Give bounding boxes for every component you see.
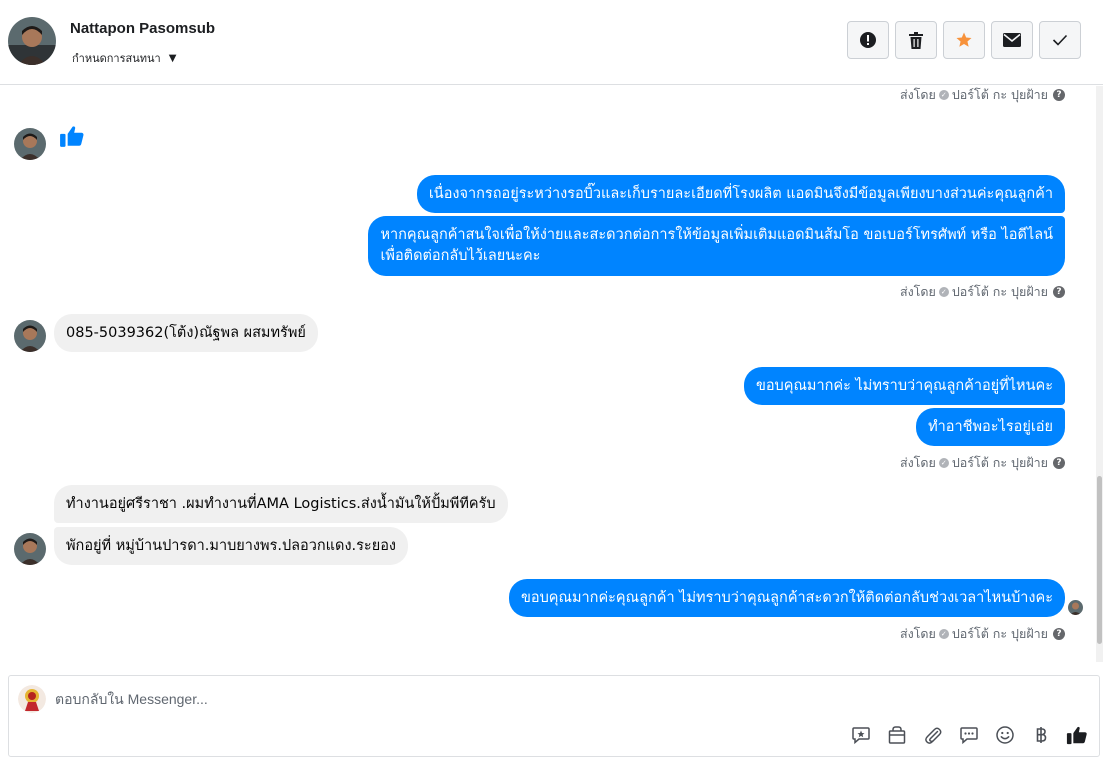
contact-avatar[interactable] bbox=[8, 17, 56, 65]
incoming-message[interactable]: พักอยู่ที่ หมู่บ้านปารดา.มาบยางพร.ปลอวกแ… bbox=[54, 527, 408, 565]
contact-avatar-small bbox=[14, 320, 46, 352]
envelope-icon bbox=[1003, 33, 1021, 47]
verified-icon: ✓ bbox=[938, 90, 949, 100]
mark-unread-button[interactable] bbox=[991, 21, 1033, 59]
saved-reply-icon bbox=[852, 727, 870, 745]
sent-by-label: ส่งโดย bbox=[899, 87, 936, 102]
emoji-button[interactable] bbox=[993, 723, 1017, 747]
caret-down-icon: ▼ bbox=[168, 52, 177, 64]
outgoing-message[interactable]: ขอบคุณมากค่ะคุณลูกค้า ไม่ทราบว่าคุณลูกค้… bbox=[508, 579, 1065, 617]
shopping-bag-icon bbox=[888, 726, 906, 744]
message-thread[interactable]: ส่งโดย ✓ ปอร์โต้ กะ ปุยฝ้าย ? เนื่องจากร… bbox=[0, 86, 1096, 662]
assign-label: กำหนดการสนทนา bbox=[72, 52, 161, 65]
star-icon bbox=[956, 32, 972, 47]
contact-avatar-small bbox=[14, 533, 46, 565]
contact-name[interactable]: Nattapon Pasomsub bbox=[70, 20, 215, 37]
message-line: เพื่อติดต่อกลับไว้เลยนะคะ bbox=[380, 248, 541, 264]
sent-by-label: ส่งโดย bbox=[899, 284, 936, 299]
outgoing-message[interactable]: เนื่องจากรถอยู่ระหว่างรอบิ๊วและเก็บรายละ… bbox=[416, 175, 1065, 213]
agent-name: ปอร์โต้ กะ ปุยฝ้าย bbox=[951, 284, 1048, 299]
help-icon[interactable]: ? bbox=[1053, 286, 1065, 298]
help-icon[interactable]: ? bbox=[1053, 628, 1065, 640]
reply-input[interactable] bbox=[55, 689, 815, 709]
verified-icon: ✓ bbox=[938, 287, 949, 297]
sent-by-status: ส่งโดย ✓ ปอร์โต้ กะ ปุยฝ้าย ? bbox=[900, 86, 1065, 105]
emoji-icon bbox=[996, 726, 1014, 744]
message-line: หากคุณลูกค้าสนใจเพื่อให้ง่ายและสะดวกต่อก… bbox=[380, 227, 1053, 243]
agent-name: ปอร์โต้ กะ ปุยฝ้าย bbox=[951, 87, 1048, 102]
seen-avatar bbox=[1068, 600, 1083, 615]
agent-name: ปอร์โต้ กะ ปุยฝ้าย bbox=[951, 455, 1048, 470]
help-icon[interactable]: ? bbox=[1053, 89, 1065, 101]
thumbs-up-message bbox=[59, 123, 85, 153]
verified-icon: ✓ bbox=[938, 458, 949, 468]
sent-by-status: ส่งโดย ✓ ปอร์โต้ กะ ปุยฝ้าย ? bbox=[900, 453, 1065, 473]
incoming-message[interactable]: 085-5039362(โต้ง)ณัฐพล ผสมทรัพย์ bbox=[54, 314, 318, 352]
contact-avatar-small bbox=[14, 128, 46, 160]
thumbs-up-icon bbox=[1066, 726, 1087, 745]
quick-replies-button[interactable] bbox=[957, 723, 981, 747]
thumbs-up-icon bbox=[60, 126, 84, 147]
send-like-button[interactable] bbox=[1065, 723, 1089, 747]
payment-button[interactable] bbox=[1029, 723, 1053, 747]
paperclip-icon bbox=[925, 727, 942, 744]
outgoing-message[interactable]: ทำอาชีพอะไรอยู่เอ่ย bbox=[916, 408, 1065, 446]
agent-name: ปอร์โต้ กะ ปุยฝ้าย bbox=[951, 626, 1048, 641]
conversation-header: Nattapon Pasomsub กำหนดการสนทนา ▼ bbox=[0, 0, 1103, 85]
outgoing-message[interactable]: ขอบคุณมากค่ะ ไม่ทราบว่าคุณลูกค้าอยู่ที่ไ… bbox=[743, 367, 1065, 405]
delete-button[interactable] bbox=[895, 21, 937, 59]
sent-by-status: ส่งโดย ✓ ปอร์โต้ กะ ปุยฝ้าย ? bbox=[900, 282, 1065, 302]
star-button[interactable] bbox=[943, 21, 985, 59]
baht-icon bbox=[1036, 727, 1047, 743]
page-avatar bbox=[18, 685, 46, 713]
check-icon bbox=[1052, 34, 1068, 46]
outgoing-message[interactable]: หากคุณลูกค้าสนใจเพื่อให้ง่ายและสะดวกต่อก… bbox=[368, 216, 1065, 276]
shop-button[interactable] bbox=[885, 723, 909, 747]
attach-button[interactable] bbox=[921, 723, 945, 747]
help-icon[interactable]: ? bbox=[1053, 457, 1065, 469]
chat-bubbles-icon bbox=[960, 727, 978, 745]
trash-icon bbox=[909, 31, 923, 49]
saved-reply-button[interactable] bbox=[849, 723, 873, 747]
alert-circle-icon bbox=[860, 32, 876, 48]
spam-button[interactable] bbox=[847, 21, 889, 59]
sent-by-status: ส่งโดย ✓ ปอร์โต้ กะ ปุยฝ้าย ? bbox=[900, 624, 1065, 644]
sent-by-label: ส่งโดย bbox=[899, 455, 936, 470]
mark-done-button[interactable] bbox=[1039, 21, 1081, 59]
verified-icon: ✓ bbox=[938, 629, 949, 639]
scrollbar-thumb[interactable] bbox=[1097, 476, 1102, 644]
assign-conversation-dropdown[interactable]: กำหนดการสนทนา ▼ bbox=[72, 49, 176, 67]
incoming-message[interactable]: ทำงานอยู่ศรีราชา .ผมทำงานที่AMA Logistic… bbox=[54, 485, 508, 523]
sent-by-label: ส่งโดย bbox=[899, 626, 936, 641]
reply-composer bbox=[8, 675, 1100, 757]
